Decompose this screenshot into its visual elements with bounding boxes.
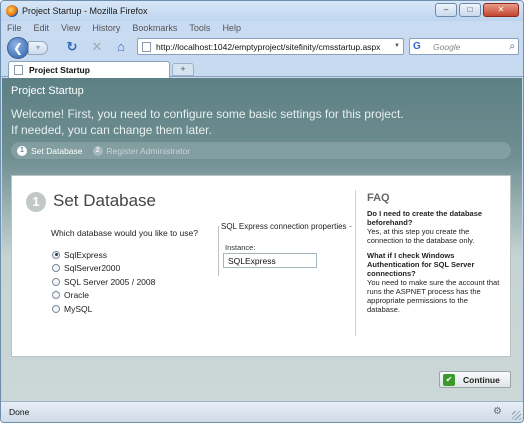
tab-favicon-icon	[14, 65, 23, 75]
tab-project-startup[interactable]: Project Startup	[8, 61, 170, 78]
minimize-button[interactable]: –	[435, 3, 457, 17]
option-label: Oracle	[64, 290, 90, 301]
menu-help[interactable]: Help	[222, 21, 241, 35]
continue-button[interactable]: ✔ Continue	[439, 371, 511, 388]
reload-icon[interactable]: ↻	[64, 39, 80, 55]
step-label: Register Administrator	[106, 145, 191, 156]
step-register-administrator: 2 Register Administrator	[92, 145, 191, 156]
page-content: Project Startup Welcome! First, you need…	[2, 78, 522, 401]
menu-file[interactable]: File	[7, 21, 22, 35]
instance-label: Instance:	[225, 243, 256, 252]
option-label: SQL Server 2005 / 2008	[64, 276, 156, 287]
option-label: SqlServer2000	[64, 263, 121, 274]
option-mysql[interactable]: MySQL	[52, 302, 155, 316]
step-label: Set Database	[31, 145, 83, 156]
firefox-icon	[6, 5, 18, 17]
tab-label: Project Startup	[29, 65, 90, 75]
back-button[interactable]: ❮	[7, 37, 29, 59]
maximize-button[interactable]: □	[459, 3, 481, 17]
settings-panel: 1 Set Database Which database would you …	[11, 175, 511, 357]
menu-edit[interactable]: Edit	[34, 21, 50, 35]
page-favicon-icon	[142, 41, 151, 52]
step-set-database: 1 Set Database	[17, 145, 83, 156]
faq-section: FAQ Do I need to create the database bef…	[367, 192, 502, 320]
radio-button[interactable]	[52, 304, 60, 313]
section-title: Set Database	[53, 191, 157, 210]
menu-tools[interactable]: Tools	[189, 21, 210, 35]
radio-button[interactable]	[52, 250, 60, 259]
menu-history[interactable]: History	[92, 21, 120, 35]
status-text: Done	[9, 407, 30, 417]
tab-strip: Project Startup +	[1, 60, 523, 78]
search-icon[interactable]: ⌕	[509, 41, 515, 52]
window-controls: – □ ✕	[435, 3, 519, 17]
new-tab-button[interactable]: +	[172, 63, 194, 76]
faq-title: FAQ	[367, 192, 390, 204]
connection-legend: SQL Express connection properties	[219, 222, 349, 231]
step-number: 1	[17, 145, 27, 156]
option-label: SqlExpress	[64, 249, 107, 260]
step-number: 2	[92, 145, 103, 156]
url-text: http://localhost:1042/emptyproject/sitef…	[156, 41, 381, 52]
radio-button[interactable]	[52, 277, 60, 286]
gear-icon[interactable]: ⚙	[493, 406, 505, 418]
wizard-steps: 1 Set Database 2 Register Administrator	[11, 142, 511, 159]
option-sqlserver2000[interactable]: SqlServer2000	[52, 262, 155, 276]
faq-question: Do I need to create the database beforeh…	[367, 209, 483, 227]
continue-label: Continue	[463, 374, 500, 385]
option-sqlexpress[interactable]: SqlExpress	[52, 248, 155, 262]
option-sqlserver2005-2008[interactable]: SQL Server 2005 / 2008	[52, 275, 155, 289]
connection-properties: SQL Express connection properties Instan…	[218, 222, 352, 276]
menu-bookmarks[interactable]: Bookmarks	[132, 21, 177, 35]
menu-bar: File Edit View History Bookmarks Tools H…	[1, 21, 523, 35]
database-question: Which database would you like to use?	[51, 228, 198, 238]
url-dropdown-icon[interactable]: ▼	[394, 43, 400, 49]
option-oracle[interactable]: Oracle	[52, 289, 155, 303]
forward-button[interactable]: ▾	[28, 41, 48, 55]
option-label: MySQL	[64, 303, 93, 314]
title-bar: Project Startup - Mozilla Firefox – □ ✕	[1, 1, 523, 21]
database-options: SqlExpress SqlServer2000 SQL Server 2005…	[52, 248, 155, 316]
search-bar[interactable]: G Google ⌕	[409, 38, 519, 55]
google-icon[interactable]: G	[413, 41, 425, 53]
home-icon[interactable]: ⌂	[113, 39, 129, 55]
checkmark-icon: ✔	[443, 373, 455, 386]
faq-divider	[355, 190, 356, 336]
section-number: 1	[26, 192, 46, 212]
instance-input[interactable]	[223, 253, 317, 268]
navigation-toolbar: ❮ ▾ ↻ ✕ ⌂ http://localhost:1042/emptypro…	[1, 36, 523, 59]
url-bar[interactable]: http://localhost:1042/emptyproject/sitef…	[137, 38, 404, 55]
welcome-message: Welcome! First, you need to configure so…	[11, 107, 404, 137]
window-title: Project Startup - Mozilla Firefox	[22, 6, 148, 16]
faq-question: What if I check Windows Authentication f…	[367, 251, 475, 278]
radio-button[interactable]	[52, 291, 60, 300]
radio-button[interactable]	[52, 264, 60, 273]
faq-answer: Yes, at this step you create the connect…	[367, 227, 475, 245]
resize-grip-icon[interactable]	[512, 411, 521, 420]
close-button[interactable]: ✕	[483, 3, 519, 17]
stop-icon[interactable]: ✕	[89, 39, 105, 55]
search-input[interactable]: Google	[433, 42, 460, 52]
browser-window: Project Startup - Mozilla Firefox – □ ✕ …	[0, 0, 524, 423]
status-bar: Done ⚙	[1, 401, 523, 422]
page-header-title: Project Startup	[11, 85, 84, 97]
menu-view[interactable]: View	[61, 21, 80, 35]
faq-answer: You need to make sure the account that r…	[367, 278, 500, 314]
